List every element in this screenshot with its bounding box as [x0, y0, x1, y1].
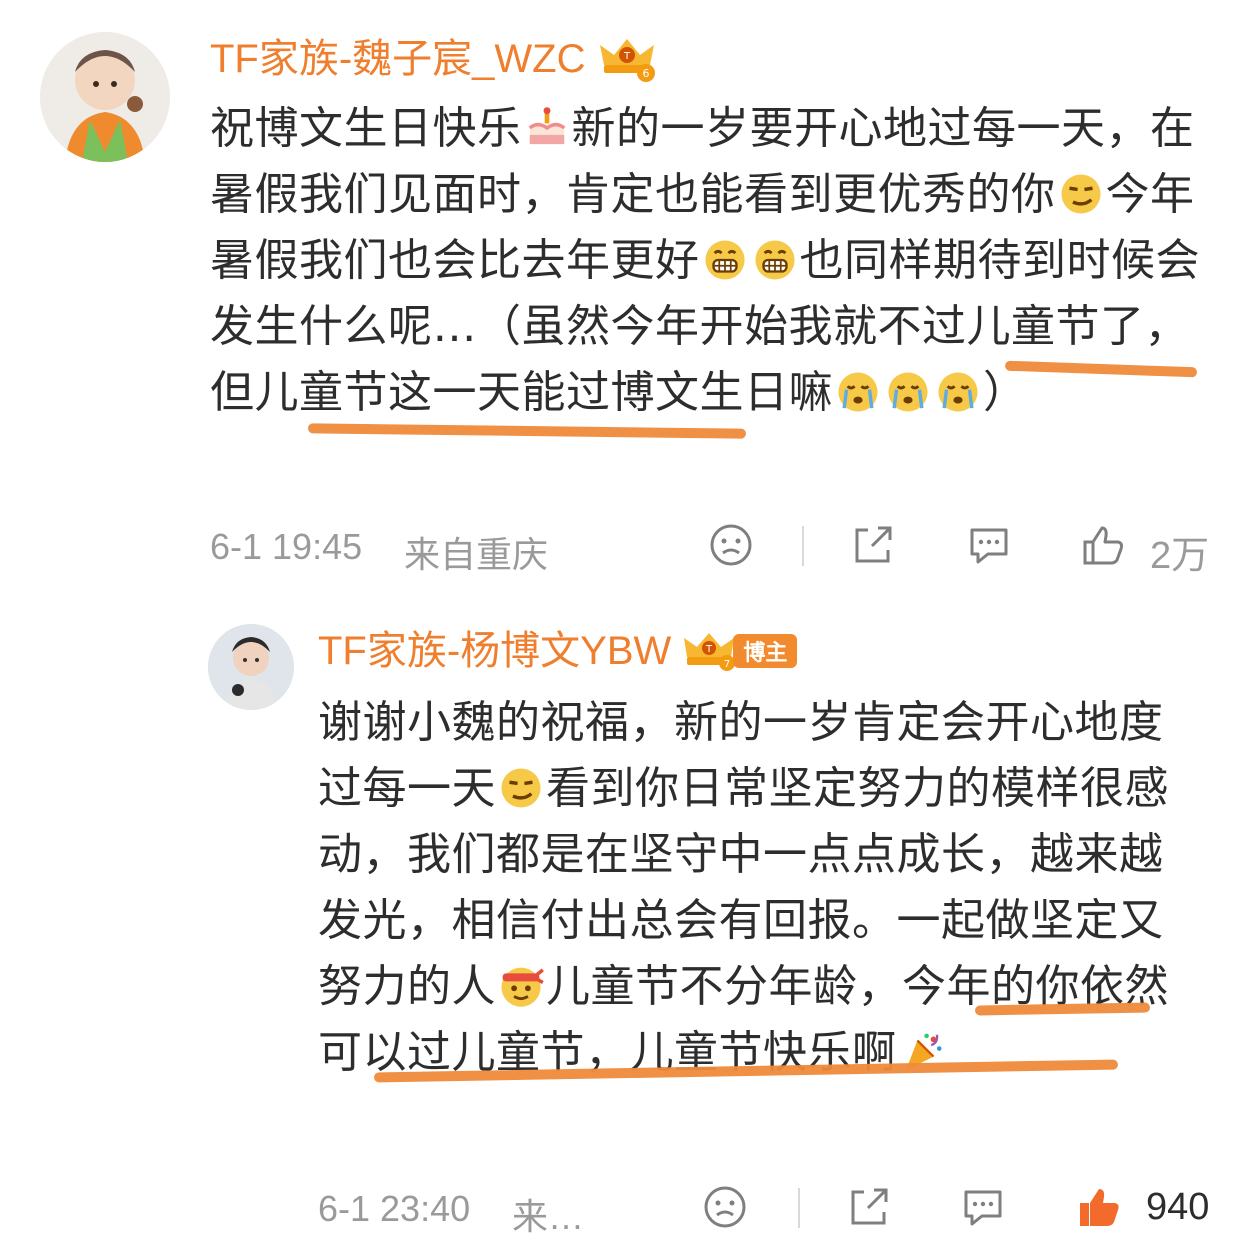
cry-emoji-icon — [885, 369, 931, 415]
reply-meta: 6-1 23:40 来… 940 — [0, 1178, 1256, 1238]
headband-emoji-icon — [498, 963, 544, 1009]
smirk-emoji-icon — [498, 765, 544, 811]
comment-icon[interactable] — [964, 520, 1014, 570]
svg-text:6: 6 — [642, 67, 649, 80]
crown-badge-icon: T 7 博主 — [681, 630, 798, 672]
meta-divider — [798, 1188, 800, 1228]
avatar[interactable] — [208, 624, 294, 710]
username[interactable]: TF家族-魏子宸_WZC — [210, 39, 586, 79]
svg-text:T: T — [705, 644, 713, 655]
like-icon[interactable] — [1078, 520, 1128, 570]
username-row: TF家族-魏子宸_WZC T 6 — [210, 38, 658, 82]
cake-emoji-icon — [524, 105, 570, 151]
comment-content: 祝博文生日快乐 新的一岁要开心地过每一天，在暑假我们见面时，肯定也能看到更优秀的你… — [210, 96, 1210, 426]
author-badge: 博主 — [733, 634, 798, 668]
reply-item: TF家族-杨博文YBW T 7 博主 谢谢小魏的祝福，新的一岁肯定会开心地度过每… — [0, 600, 1256, 1254]
comment-icon[interactable] — [958, 1182, 1008, 1232]
like-filled-icon[interactable] — [1074, 1182, 1124, 1232]
like-count: 940 — [1146, 1186, 1210, 1228]
cry-emoji-icon — [935, 369, 981, 415]
reply-time: 6-1 23:40 — [318, 1188, 471, 1229]
smirk-emoji-icon — [1058, 171, 1104, 217]
reply-location: 来… — [512, 1196, 585, 1237]
unhappy-face-icon[interactable] — [706, 520, 756, 570]
grin-emoji-icon — [752, 237, 798, 283]
comment-location: 来自重庆 — [404, 534, 549, 575]
like-count: 2万 — [1150, 535, 1210, 577]
reply-content: 谢谢小魏的祝福，新的一岁肯定会开心地度过每一天 看到你日常坚定努力的模样很感动，我… — [318, 690, 1198, 1086]
comment-time: 6-1 19:45 — [210, 526, 363, 567]
comment-item: TF家族-魏子宸_WZC T 6 祝博文生日快乐 新的一岁要开心地过每一天，在暑假… — [0, 0, 1256, 590]
content-text: 祝博文生日快乐 — [210, 103, 522, 154]
svg-text:7: 7 — [724, 659, 730, 670]
comment-meta: 6-1 19:45 来自重庆 2万 — [0, 516, 1256, 577]
share-icon[interactable] — [848, 520, 898, 570]
grin-emoji-icon — [702, 237, 748, 283]
avatar[interactable] — [40, 32, 170, 162]
svg-text:T: T — [622, 51, 630, 62]
cry-emoji-icon — [835, 369, 881, 415]
unhappy-face-icon[interactable] — [700, 1182, 750, 1232]
username-row: TF家族-杨博文YBW T 7 博主 — [318, 630, 798, 672]
crown-badge-icon: T 6 — [596, 38, 658, 82]
share-icon[interactable] — [844, 1182, 894, 1232]
content-text: ） — [983, 367, 1028, 418]
meta-divider — [802, 526, 804, 566]
username[interactable]: TF家族-杨博文YBW — [318, 631, 671, 671]
